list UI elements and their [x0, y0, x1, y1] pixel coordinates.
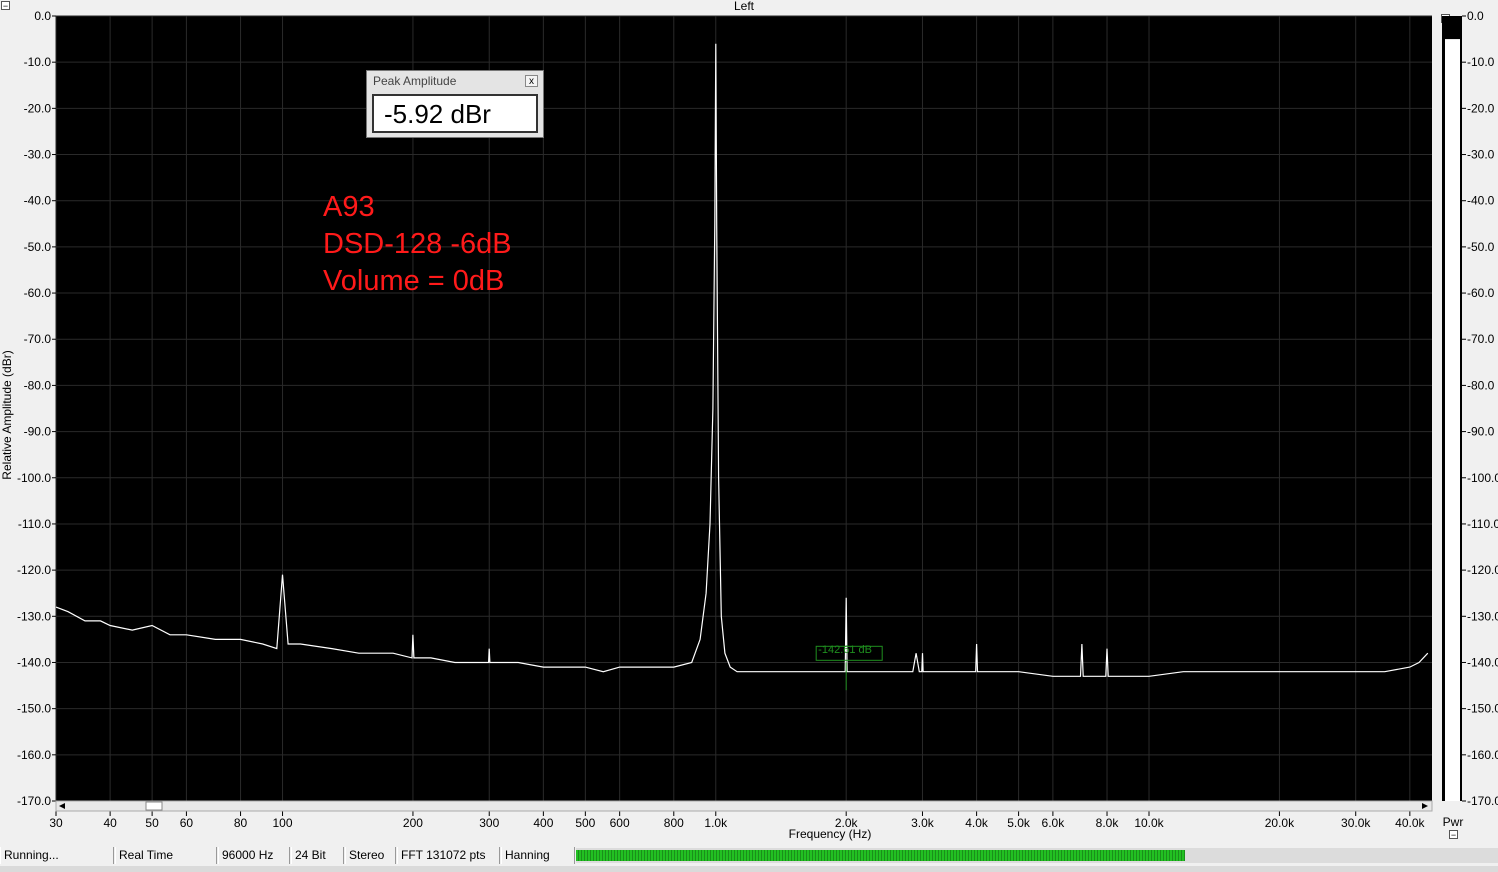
annotation-line-2: DSD-128 -6dB: [323, 228, 512, 260]
pwr-label: Pwr: [1443, 815, 1464, 829]
x-tick-label: 80: [234, 816, 248, 830]
annotation-line-1: A93: [323, 191, 375, 223]
h-scroll-thumb[interactable]: [145, 801, 163, 811]
x-tick-label: 8.0k: [1096, 816, 1120, 830]
pwr-tick-label: -140.0: [1467, 655, 1498, 669]
status-window[interactable]: Hanning: [501, 847, 575, 864]
pwr-tick-label: -70.0: [1467, 332, 1495, 346]
y-tick-label: -120.0: [17, 563, 51, 577]
x-tick-label: 100: [273, 816, 293, 830]
y-tick-label: -40.0: [24, 194, 52, 208]
pwr-tick-label: -170.0: [1467, 794, 1498, 808]
x-axis-label: Frequency (Hz): [789, 827, 872, 841]
status-sample-rate[interactable]: 96000 Hz: [218, 847, 290, 864]
x-tick-label: 1.0k: [704, 816, 728, 830]
pwr-tick-label: -90.0: [1467, 425, 1495, 439]
annotation-text: A93 DSD-128 -6dB Volume = 0dB: [323, 189, 512, 300]
y-tick-label: -150.0: [17, 702, 51, 716]
status-mode[interactable]: Real Time: [115, 847, 217, 864]
y-axis-label: Relative Amplitude (dBr): [0, 350, 14, 479]
y-tick-label: -80.0: [24, 378, 52, 392]
status-state: Running...: [0, 847, 114, 864]
pwr-tick-label: -10.0: [1467, 55, 1495, 69]
x-tick-label: 5.0k: [1007, 816, 1031, 830]
y-tick-label: -20.0: [24, 101, 52, 115]
annotation-line-3: Volume = 0dB: [323, 265, 505, 297]
x-tick-label: 4.0k: [965, 816, 989, 830]
pwr-axis: 0.0 -10.0 -20.0 -30.0 -40.0 -50.0 -60.0 -70.0 -8…: [1462, 9, 1498, 808]
close-icon[interactable]: x: [525, 75, 538, 87]
y-tick-label: -170.0: [17, 794, 51, 808]
pwr-tick-label: -110.0: [1467, 517, 1498, 531]
pwr-tick-label: -160.0: [1467, 748, 1498, 762]
x-tick-label: 200: [403, 816, 423, 830]
peak-amplitude-window[interactable]: Peak Amplitude x -5.92 dBr: [366, 70, 544, 138]
x-tick-label: 20.0k: [1265, 816, 1295, 830]
pwr-tick-label: 0.0: [1467, 9, 1484, 23]
y-tick-label: -50.0: [24, 240, 52, 254]
pwr-tick-label: -80.0: [1467, 378, 1495, 392]
x-tick-label: 10.0k: [1134, 816, 1164, 830]
x-tick-label: 400: [533, 816, 553, 830]
level-meter: [576, 848, 1498, 863]
y-tick-label: -130.0: [17, 609, 51, 623]
x-tick-label: 30: [49, 816, 63, 830]
x-tick-label: 6.0k: [1042, 816, 1066, 830]
y-tick-label: -160.0: [17, 748, 51, 762]
x-tick-label: 800: [664, 816, 684, 830]
x-tick-label: 60: [180, 816, 194, 830]
y-tick-label: -10.0: [24, 55, 52, 69]
y-tick-label: -100.0: [17, 471, 51, 485]
pwr-tick-label: -30.0: [1467, 148, 1495, 162]
spectrum-chart[interactable]: 0.0 -10.0 -20.0 -30.0 -40.0 -50.0 -60.0 -70.0 -8…: [0, 0, 1498, 846]
x-tick-label: 40.0k: [1395, 816, 1425, 830]
plot-area: [56, 16, 1432, 801]
peak-amplitude-value: -5.92 dBr: [372, 94, 538, 133]
y-tick-label: -110.0: [18, 517, 51, 531]
x-tick-label: 500: [575, 816, 595, 830]
y-tick-label: -70.0: [24, 332, 52, 346]
x-tick-label: 300: [479, 816, 499, 830]
pwr-tick-label: -50.0: [1467, 240, 1495, 254]
x-tick-label: 30.0k: [1341, 816, 1371, 830]
x-tick-label: 50: [145, 816, 159, 830]
pwr-tick-label: -20.0: [1467, 101, 1495, 115]
pwr-tick-label: -100.0: [1467, 471, 1498, 485]
pwr-tick-label: -60.0: [1467, 286, 1495, 300]
h-scrollbar[interactable]: [55, 800, 1433, 812]
pwr-tick-label: -40.0: [1467, 194, 1495, 208]
x-axis: 30 40 50 60 80 100 200 300 400 500 600 800 1.0k 2.0k 3…: [49, 811, 1426, 830]
y-axis: 0.0 -10.0 -20.0 -30.0 -40.0 -50.0 -60.0 -70.0 -8…: [17, 9, 56, 808]
level-meter-fill: [576, 850, 1185, 861]
status-bit-depth[interactable]: 24 Bit: [291, 847, 344, 864]
y-tick-label: -90.0: [24, 425, 52, 439]
peak-amplitude-title: Peak Amplitude: [373, 74, 457, 88]
x-tick-label: 3.0k: [911, 816, 935, 830]
y-tick-label: 0.0: [34, 9, 51, 23]
pwr-tick-label: -150.0: [1467, 702, 1498, 716]
y-tick-label: -60.0: [24, 286, 52, 300]
status-channels[interactable]: Stereo: [345, 847, 396, 864]
cursor-label: -142.61 dB: [818, 644, 872, 656]
pwr-meter-fill: [1445, 39, 1460, 801]
status-fft-size[interactable]: FFT 131072 pts: [397, 847, 500, 864]
bottom-strip: [0, 866, 1498, 872]
x-tick-label: 40: [103, 816, 117, 830]
pwr-tick-label: -120.0: [1467, 563, 1498, 577]
pwr-tick-label: -130.0: [1467, 609, 1498, 623]
y-tick-label: -30.0: [24, 148, 52, 162]
y-tick-label: -140.0: [17, 655, 51, 669]
x-tick-label: 600: [610, 816, 630, 830]
